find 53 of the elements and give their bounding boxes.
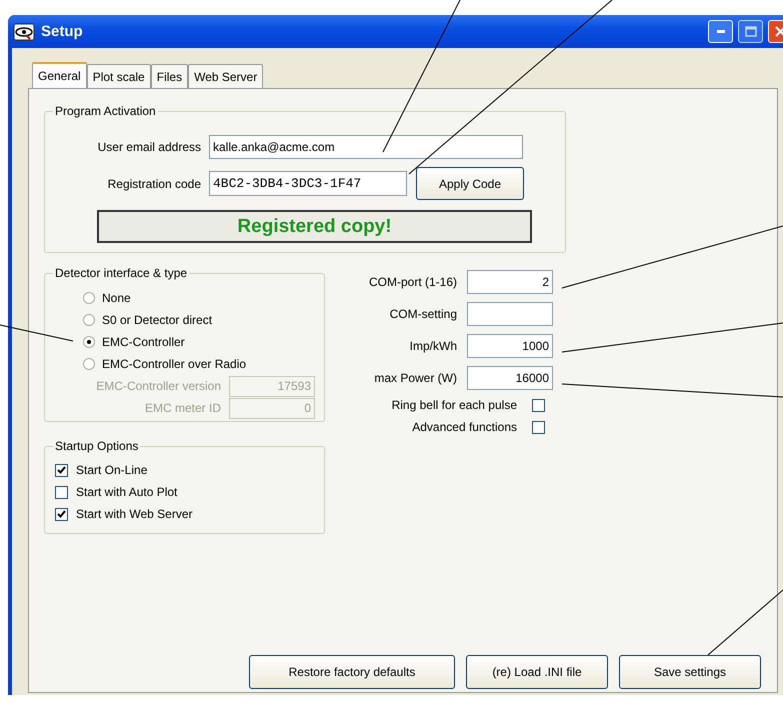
checkbox[interactable] <box>532 398 545 412</box>
checkmark-icon <box>57 510 66 518</box>
apply-code-button[interactable]: Apply Code <box>416 167 524 200</box>
option-label: Start with Auto Plot <box>76 485 178 499</box>
option-label: Ring bell for each pulse <box>390 398 518 412</box>
radio-button[interactable] <box>83 358 95 370</box>
maximize-button[interactable] <box>738 20 763 43</box>
input-field[interactable] <box>467 302 553 326</box>
group-title: Detector interface & type <box>55 266 188 280</box>
field-label: Imp/kWh <box>408 339 458 353</box>
action-button[interactable]: (re) Load .INI file <box>466 655 608 689</box>
input-field[interactable]: kalle.anka@acme.com <box>209 135 523 159</box>
tab[interactable]: Plot scale <box>86 64 151 88</box>
checkmark-icon <box>57 466 66 474</box>
group-title: Startup Options <box>55 439 138 453</box>
field-label: COM-setting <box>388 307 458 321</box>
app-logo-icon <box>13 22 35 40</box>
action-button[interactable]: Save settings <box>619 655 761 689</box>
checkbox[interactable] <box>532 420 545 434</box>
field-label: COM-port (1-16) <box>368 275 458 289</box>
field-label: User email address <box>96 140 202 154</box>
option-label: Start On-Line <box>76 463 148 477</box>
radio-button[interactable] <box>83 336 95 348</box>
option-label: EMC-Controller <box>102 335 185 349</box>
tab[interactable]: Files <box>150 64 188 88</box>
input-field[interactable]: 2 <box>467 270 553 294</box>
radio-button[interactable] <box>83 314 95 326</box>
option-label: S0 or Detector direct <box>102 313 212 327</box>
option-label: Advanced functions <box>411 420 518 434</box>
input-field[interactable]: 16000 <box>467 366 553 390</box>
radio-button[interactable] <box>83 292 95 304</box>
option-label: None <box>102 291 131 305</box>
option-label: EMC-Controller over Radio <box>102 357 246 371</box>
minimize-icon <box>716 30 724 33</box>
field-label: Registration code <box>106 176 202 190</box>
close-icon <box>775 26 783 37</box>
status-banner: Registered copy! <box>97 210 532 243</box>
option-label: Start with Web Server <box>76 507 192 521</box>
field-label: EMC-Controller version <box>95 379 222 393</box>
checkbox[interactable] <box>55 464 68 476</box>
action-button[interactable]: Restore factory defaults <box>249 655 455 689</box>
field-label: max Power (W) <box>373 371 458 385</box>
tab[interactable]: General <box>32 62 87 88</box>
checkbox[interactable] <box>55 486 68 498</box>
tab[interactable]: Web Server <box>188 64 264 88</box>
input-field[interactable]: 1000 <box>467 334 553 358</box>
group-title: Program Activation <box>55 104 156 118</box>
input-field[interactable]: 4BC2-3DB4-3DC3-1F47 <box>209 171 407 196</box>
checkbox[interactable] <box>55 508 68 520</box>
field-label: EMC meter ID <box>144 401 222 415</box>
window-title: Setup <box>41 23 84 40</box>
maximize-icon <box>744 26 756 37</box>
minimize-button[interactable] <box>708 20 733 43</box>
